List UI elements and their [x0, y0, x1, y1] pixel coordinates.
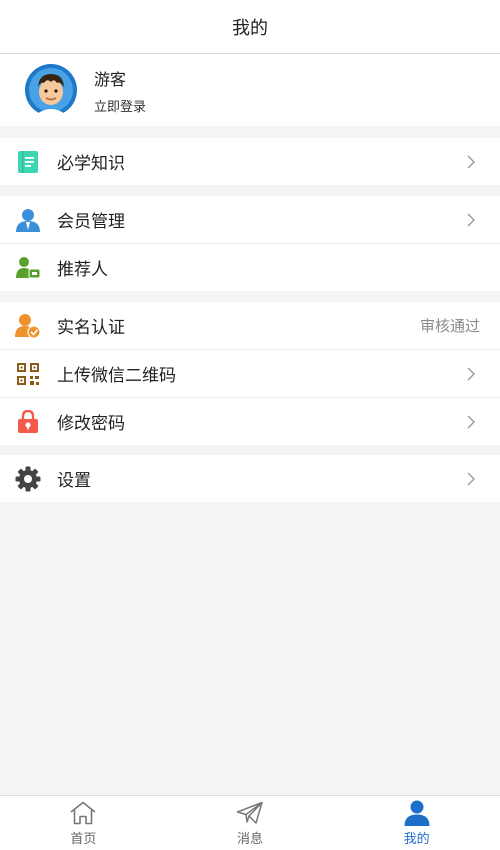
menu-group-knowledge: 必学知识	[0, 138, 500, 185]
member-icon	[15, 207, 41, 233]
menu-item-knowledge[interactable]: 必学知识	[0, 138, 500, 185]
home-icon	[68, 800, 98, 826]
book-icon	[15, 149, 41, 175]
menu-item-upload-wechat-qrcode[interactable]: 上传微信二维码	[0, 350, 500, 398]
login-link[interactable]: 立即登录	[94, 96, 146, 115]
person-icon	[402, 800, 432, 826]
menu-item-label: 设置	[57, 471, 91, 491]
tab-home[interactable]: 首页	[0, 796, 167, 850]
menu-item-label: 上传微信二维码	[57, 366, 176, 386]
page-title: 我的	[232, 17, 268, 39]
paper-plane-icon	[235, 800, 265, 826]
tab-label: 消息	[237, 831, 264, 847]
profile-card[interactable]: 游客 立即登录	[0, 54, 500, 126]
chevron-right-icon	[467, 155, 475, 168]
menu-item-label: 会员管理	[57, 212, 125, 232]
menu-group-members: 会员管理 推荐人	[0, 196, 500, 291]
menu-item-change-password[interactable]: 修改密码	[0, 398, 500, 445]
avatar[interactable]	[24, 63, 78, 117]
menu-item-label: 必学知识	[57, 154, 125, 174]
referrer-icon	[15, 255, 41, 281]
menu-item-referrer[interactable]: 推荐人	[0, 244, 500, 291]
tab-messages[interactable]: 消息	[167, 796, 334, 850]
menu-group-account: 实名认证 审核通过 上传微信二维码 修改密码	[0, 302, 500, 445]
tab-mine[interactable]: 我的	[333, 796, 500, 850]
chevron-right-icon	[467, 415, 475, 428]
menu-group-settings: 设置	[0, 455, 500, 502]
tab-label: 首页	[70, 831, 97, 847]
verify-icon	[15, 313, 41, 339]
tab-label: 我的	[403, 831, 430, 847]
chevron-right-icon	[467, 367, 475, 380]
chevron-right-icon	[467, 213, 475, 226]
lock-icon	[15, 409, 41, 435]
page-header: 我的	[0, 0, 500, 54]
menu-item-member-management[interactable]: 会员管理	[0, 196, 500, 244]
menu-item-label: 修改密码	[57, 414, 125, 434]
menu-item-settings[interactable]: 设置	[0, 455, 500, 502]
menu-item-label: 推荐人	[57, 260, 108, 280]
bottom-tab-bar: 首页 消息 我的	[0, 795, 500, 850]
username: 游客	[94, 69, 127, 89]
verification-status: 审核通过	[419, 317, 480, 335]
gear-icon	[15, 466, 41, 492]
menu-item-real-name-verification[interactable]: 实名认证 审核通过	[0, 302, 500, 350]
chevron-right-icon	[467, 472, 475, 485]
menu-item-label: 实名认证	[57, 318, 125, 338]
qrcode-icon	[15, 361, 41, 387]
